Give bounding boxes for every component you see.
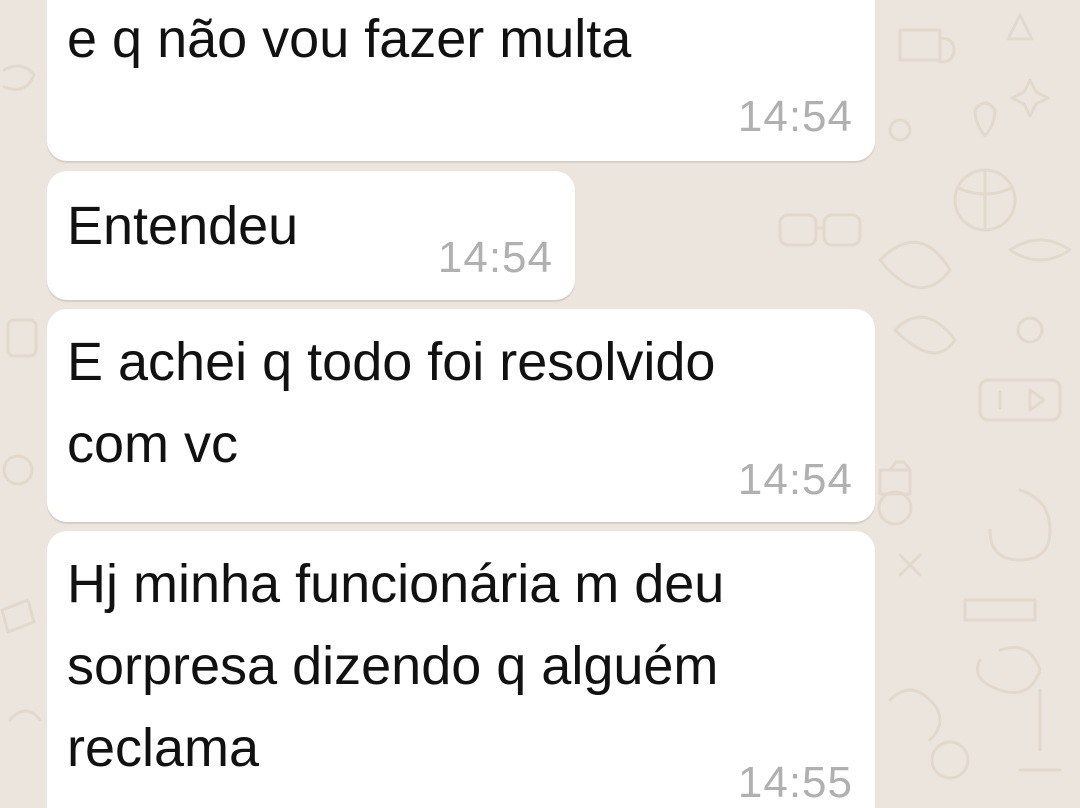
message-bubble[interactable]: Entendeu 14:54 (47, 171, 575, 300)
message-timestamp: 14:54 (737, 455, 853, 504)
message-bubble[interactable]: e q não vou fazer multa 14:54 (47, 0, 875, 161)
message-text: Hj minha funcionária m deu sorpresa dize… (67, 554, 725, 778)
message-text: e q não vou fazer multa (67, 9, 632, 69)
message-timestamp: 14:55 (737, 758, 853, 807)
message-bubble[interactable]: Hj minha funcionária m deu sorpresa dize… (47, 531, 875, 808)
message-timestamp: 14:54 (437, 233, 553, 282)
message-text: Entendeu (67, 196, 299, 256)
message-bubble[interactable]: E achei q todo foi resolvido com vc 14:5… (47, 309, 875, 522)
message-timestamp: 14:54 (737, 92, 853, 141)
message-list[interactable]: e q não vou fazer multa 14:54 Entendeu 1… (0, 0, 1080, 808)
message-text: E achei q todo foi resolvido com vc (67, 332, 716, 474)
